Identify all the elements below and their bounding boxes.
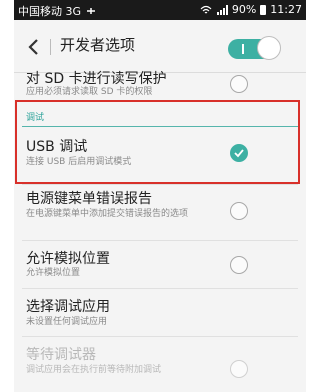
item-title: 选择调试应用: [26, 299, 110, 315]
wifi-icon: [200, 5, 212, 13]
toggle-on-mark: [242, 44, 244, 54]
list-item-mock-location[interactable]: 允许模拟位置 允许模拟位置: [14, 240, 306, 288]
item-subtitle: 应用必须请求读取 SD 卡的权限: [26, 87, 153, 97]
item-title: 电源键菜单错误报告: [26, 191, 152, 207]
list-item-wait-debugger[interactable]: 等待调试器 调试应用会在执行前等待附加调试: [14, 336, 306, 392]
signal-icon: [216, 4, 228, 15]
item-subtitle: 未设置任何调试应用: [26, 317, 108, 327]
phone-screen: 中国移动 3G 90% 11:27 开发者选项 对 SD 卡进行读写保护 应用必…: [14, 0, 306, 392]
battery-percent: 90%: [231, 3, 257, 16]
clock: 11:27: [270, 3, 302, 16]
list-item-power-bug-report[interactable]: 电源键菜单错误报告 在电源键菜单中添加提交错误报告的选项: [14, 184, 306, 240]
developer-options-toggle[interactable]: [228, 36, 281, 60]
usb-icon: [87, 8, 96, 14]
item-subtitle: 允许模拟位置: [26, 268, 81, 278]
appbar-divider: [50, 39, 51, 55]
status-bar: 中国移动 3G 90% 11:27: [14, 0, 306, 20]
battery-icon: [260, 4, 267, 15]
list-item-debug-app[interactable]: 选择调试应用 未设置任何调试应用: [14, 288, 306, 336]
list-item-sd-protect[interactable]: 对 SD 卡进行读写保护 应用必须请求读取 SD 卡的权限: [14, 66, 306, 100]
item-title: 等待调试器: [26, 347, 96, 363]
checkbox-mock-location[interactable]: [230, 256, 248, 274]
item-subtitle: 在电源键菜单中添加提交错误报告的选项: [26, 209, 189, 219]
checkbox-sd-protect[interactable]: [230, 75, 248, 93]
toggle-knob: [257, 36, 281, 60]
highlight-box: [15, 100, 300, 184]
checkbox-wait-debugger[interactable]: [230, 360, 248, 378]
item-title: 对 SD 卡进行读写保护: [26, 71, 167, 87]
item-subtitle: 调试应用会在执行前等待附加调试: [26, 365, 162, 375]
carrier-label: 中国移动 3G: [18, 5, 82, 18]
item-title: 允许模拟位置: [26, 251, 110, 267]
chevron-left-icon[interactable]: [22, 35, 46, 59]
page-title: 开发者选项: [60, 36, 136, 54]
checkbox-power-bug-report[interactable]: [230, 202, 248, 220]
